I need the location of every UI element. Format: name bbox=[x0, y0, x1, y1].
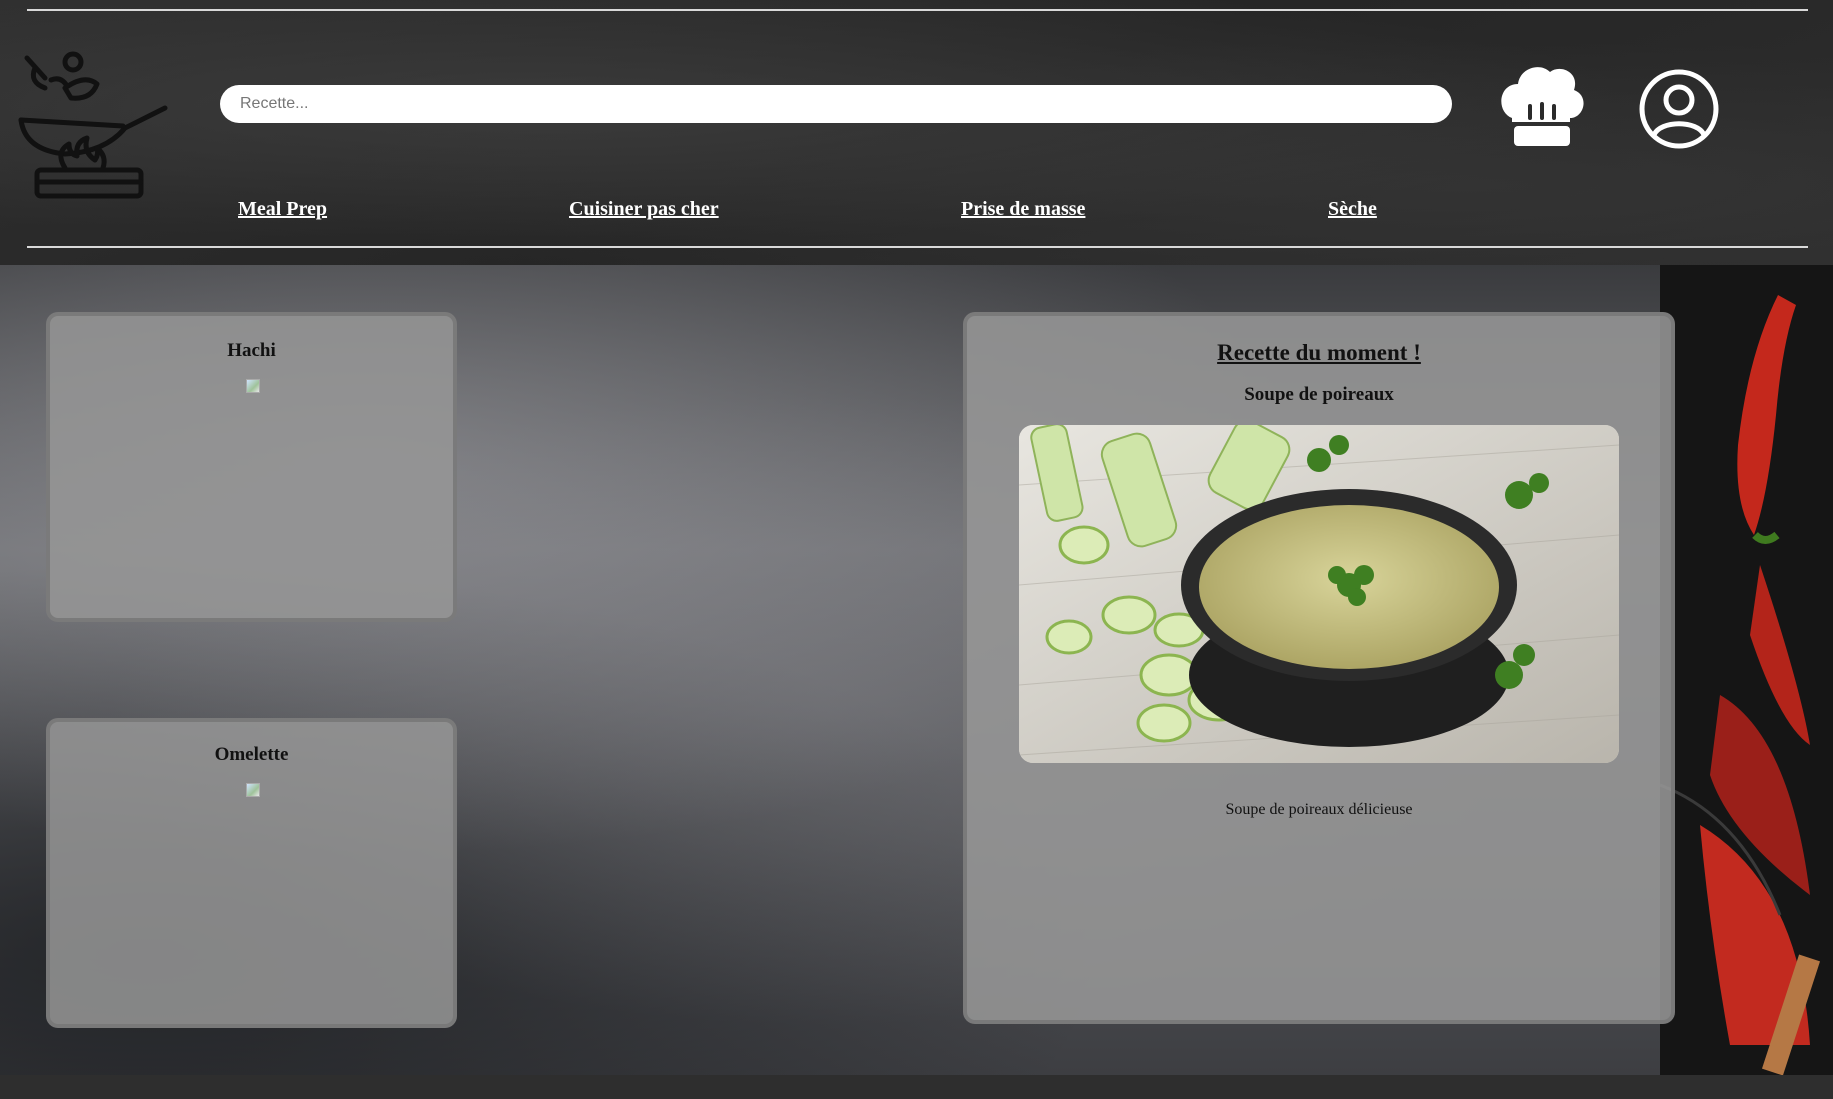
leek-soup-photo bbox=[1019, 425, 1619, 763]
nav-link-meal-prep[interactable]: Meal Prep bbox=[238, 198, 327, 221]
featured-recipe-card[interactable]: Recette du moment ! Soupe de poireaux So… bbox=[963, 312, 1675, 1024]
user-account-icon[interactable] bbox=[1638, 68, 1720, 150]
search-input[interactable] bbox=[220, 85, 1452, 123]
chef-wok-logo-icon[interactable] bbox=[15, 50, 175, 200]
recipe-title: Hachi bbox=[227, 340, 276, 361]
site-header: Meal Prep Cuisiner pas cher Prise de mas… bbox=[0, 0, 1833, 265]
recipe-card[interactable]: Hachi bbox=[46, 312, 457, 622]
recipe-image-broken-icon bbox=[246, 783, 260, 797]
header-bottom-divider bbox=[27, 246, 1808, 248]
nav-link-prise-de-masse[interactable]: Prise de masse bbox=[961, 198, 1085, 221]
nav-link-seche[interactable]: Sèche bbox=[1328, 198, 1377, 221]
pepper-background-image bbox=[1660, 265, 1833, 1075]
recipe-title: Omelette bbox=[214, 744, 289, 765]
recipe-image-broken-icon bbox=[246, 379, 260, 393]
featured-recipe-name: Soupe de poireaux bbox=[1244, 384, 1394, 405]
footer-band bbox=[0, 1075, 1833, 1099]
featured-heading: Recette du moment ! bbox=[1217, 340, 1421, 365]
header-top-divider bbox=[27, 9, 1808, 11]
nav-link-cuisiner-pas-cher[interactable]: Cuisiner pas cher bbox=[569, 198, 719, 221]
featured-recipe-photo[interactable] bbox=[1019, 425, 1619, 763]
recipe-card[interactable]: Omelette bbox=[46, 718, 457, 1028]
featured-recipe-description: Soupe de poireaux délicieuse bbox=[1225, 801, 1413, 818]
chef-hat-icon[interactable] bbox=[1500, 62, 1584, 148]
